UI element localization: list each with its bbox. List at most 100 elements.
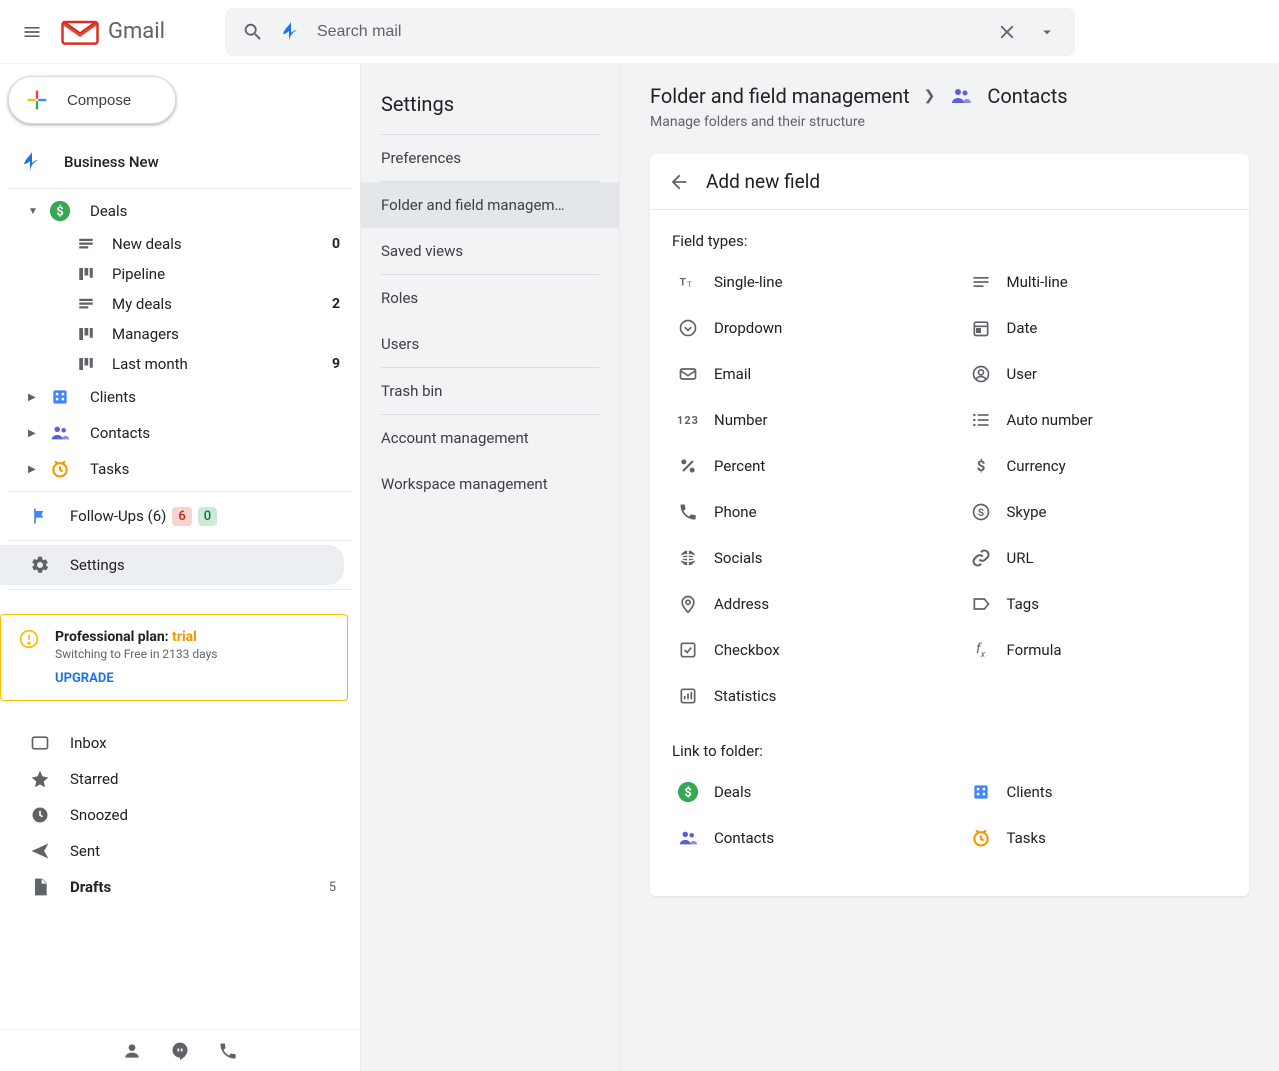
gmail-text: Gmail: [108, 19, 165, 44]
phone-icon[interactable]: [218, 1041, 238, 1061]
nethunt-workspace-icon: [20, 150, 44, 174]
gmail-nav-sent[interactable]: Sent: [0, 833, 360, 869]
socials-icon: [676, 546, 700, 570]
field-type-date[interactable]: Date: [965, 310, 1228, 346]
field-types-label: Field types:: [672, 232, 1227, 250]
subfolder-managers[interactable]: Managers: [0, 319, 360, 349]
person-icon[interactable]: [122, 1041, 142, 1061]
field-type-statistics[interactable]: Statistics: [672, 678, 935, 714]
field-type-label: Email: [714, 365, 751, 383]
breadcrumb-leaf[interactable]: Contacts: [987, 84, 1067, 108]
settings-preferences[interactable]: Preferences: [381, 135, 599, 181]
link-folder-tasks[interactable]: Tasks: [965, 820, 1228, 856]
gmail-nav-inbox[interactable]: Inbox: [0, 725, 360, 761]
tasks-icon: [969, 826, 993, 850]
nethunt-icon: [279, 20, 303, 44]
app-header: Gmail: [0, 0, 1279, 64]
settings-folder-management[interactable]: Folder and field managem…: [361, 182, 619, 228]
settings-saved-views[interactable]: Saved views: [381, 228, 599, 274]
field-type-multi-line[interactable]: Multi-line: [965, 264, 1228, 300]
divider: [8, 540, 352, 541]
settings-account[interactable]: Account management: [381, 415, 599, 461]
settings-users[interactable]: Users: [381, 321, 599, 367]
search-clear-button[interactable]: [987, 12, 1027, 52]
workspace-row[interactable]: Business New: [8, 140, 352, 184]
plan-title: Professional plan: trial: [55, 629, 217, 645]
field-type-phone[interactable]: Phone: [672, 494, 935, 530]
caret-right-icon: ▶: [28, 464, 48, 475]
field-type-url[interactable]: URL: [965, 540, 1228, 576]
link-folder-label: Deals: [714, 783, 751, 801]
gmail-nav-starred[interactable]: Starred: [0, 761, 360, 797]
settings-trash[interactable]: Trash bin: [381, 368, 599, 414]
svg-text:$: $: [976, 457, 985, 475]
field-type-email[interactable]: Email: [672, 356, 935, 392]
date-icon: [969, 316, 993, 340]
svg-text:$: $: [684, 786, 691, 801]
breadcrumb-root[interactable]: Folder and field management: [650, 84, 910, 108]
followups-row[interactable]: Follow-Ups (6) 6 0: [0, 496, 360, 536]
field-type-single-line[interactable]: TTSingle-line: [672, 264, 935, 300]
field-type-label: Date: [1007, 319, 1038, 337]
search-options-button[interactable]: [1027, 12, 1067, 52]
settings-panel-title: Settings: [361, 84, 619, 134]
checkbox-icon: [676, 638, 700, 662]
field-type-label: Dropdown: [714, 319, 782, 337]
field-type-user[interactable]: User: [965, 356, 1228, 392]
field-type-tags[interactable]: Tags: [965, 586, 1228, 622]
sidebar-settings[interactable]: Settings: [0, 545, 344, 585]
field-type-dropdown[interactable]: Dropdown: [672, 310, 935, 346]
subfolder-last-month[interactable]: Last month 9: [0, 349, 360, 379]
divider: [8, 188, 352, 189]
compose-button[interactable]: Compose: [8, 76, 176, 124]
clock-icon: [28, 805, 52, 825]
people-icon: [48, 421, 72, 445]
gmail-nav-snoozed[interactable]: Snoozed: [0, 797, 360, 833]
folder-clients[interactable]: ▶ Clients: [0, 379, 360, 415]
field-type-checkbox[interactable]: Checkbox: [672, 632, 935, 668]
link-folder-contacts[interactable]: Contacts: [672, 820, 935, 856]
settings-roles[interactable]: Roles: [381, 275, 599, 321]
gmail-logo[interactable]: Gmail: [60, 17, 165, 47]
link-folder-deals[interactable]: $ Deals: [672, 774, 935, 810]
folder-tasks[interactable]: ▶ Tasks: [0, 451, 360, 487]
subfolder-pipeline[interactable]: Pipeline: [0, 259, 360, 289]
search-button[interactable]: [233, 12, 273, 52]
upgrade-button[interactable]: UPGRADE: [55, 671, 217, 686]
user-icon: [969, 362, 993, 386]
building-icon: [48, 385, 72, 409]
hangouts-icon[interactable]: [170, 1041, 190, 1061]
folder-contacts[interactable]: ▶ Contacts: [0, 415, 360, 451]
field-type-percent[interactable]: Percent: [672, 448, 935, 484]
followups-label: Follow-Ups (6): [70, 507, 166, 525]
board-icon: [74, 265, 98, 283]
caret-right-icon: ▶: [28, 392, 48, 403]
subfolder-my-deals[interactable]: My deals 2: [0, 289, 360, 319]
board-icon: [74, 355, 98, 373]
search-icon: [242, 21, 264, 43]
field-type-formula[interactable]: fxFormula: [965, 632, 1228, 668]
menu-button[interactable]: [8, 8, 56, 56]
breadcrumb: Folder and field management ❯ Contacts: [650, 84, 1249, 108]
field-type-label: User: [1007, 365, 1038, 383]
draft-icon: [28, 877, 52, 897]
search-bar: [225, 8, 1075, 56]
field-type-address[interactable]: Address: [672, 586, 935, 622]
add-field-card: Add new field Field types: TTSingle-line…: [650, 154, 1249, 896]
field-type-skype[interactable]: SSkype: [965, 494, 1228, 530]
field-type-socials[interactable]: Socials: [672, 540, 935, 576]
clock-icon: [48, 457, 72, 481]
folder-deals[interactable]: ▼ $ Deals: [0, 193, 360, 229]
settings-workspace[interactable]: Workspace management: [381, 461, 599, 507]
field-type-currency[interactable]: $Currency: [965, 448, 1228, 484]
field-type-auto-number[interactable]: Auto number: [965, 402, 1228, 438]
gmail-nav-drafts[interactable]: Drafts 5: [0, 869, 360, 905]
subfolder-new-deals[interactable]: New deals 0: [0, 229, 360, 259]
field-type-label: Statistics: [714, 687, 776, 705]
search-input[interactable]: [309, 23, 987, 41]
address-icon: [676, 592, 700, 616]
link-folder-clients[interactable]: Clients: [965, 774, 1228, 810]
field-type-number[interactable]: 123Number: [672, 402, 935, 438]
back-button[interactable]: [668, 171, 690, 193]
field-type-label: Socials: [714, 549, 763, 567]
